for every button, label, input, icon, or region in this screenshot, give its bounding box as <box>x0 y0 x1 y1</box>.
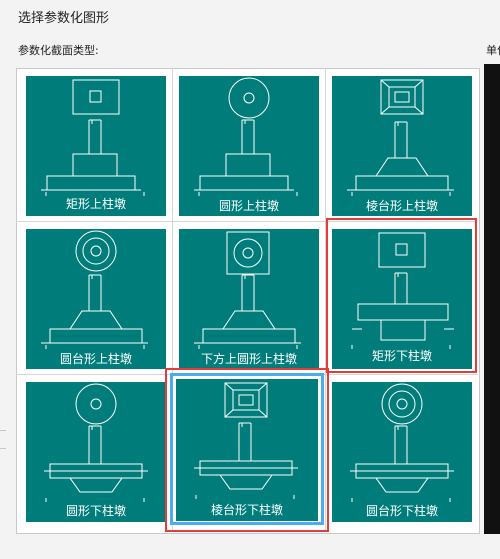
shape-tile-square-base-circle-top-upper-pier[interactable]: 下方上圆形上柱墩 <box>179 229 319 369</box>
tile-label: 下方上圆形上柱墩 <box>199 352 298 366</box>
shape-tile-cone-lower-pier[interactable]: 圆台形下柱墩 <box>332 382 472 522</box>
left-divider <box>0 430 6 431</box>
cone-lower-pier-icon <box>350 383 454 502</box>
shape-tile-frustum-upper-pier[interactable]: 棱台形上柱墩 <box>332 76 472 216</box>
square-circle-upper-pier-icon <box>194 231 301 349</box>
circle-lower-pier-icon <box>44 383 148 502</box>
left-divider <box>0 448 6 449</box>
cone-upper-pier-icon <box>41 230 148 349</box>
grid-divider <box>325 68 326 532</box>
frustum-upper-pier-icon <box>347 79 454 196</box>
grid-divider <box>16 374 478 375</box>
shape-tile-rect-upper-pier[interactable]: 矩形上柱墩 <box>26 76 166 216</box>
section-label: 参数化截面类型: <box>18 44 99 57</box>
tile-label: 矩形下柱墩 <box>370 349 433 363</box>
shape-tile-frustum-lower-pier[interactable]: 棱台形下柱墩 <box>176 379 318 521</box>
tile-label: 矩形上柱墩 <box>64 197 127 211</box>
shape-tile-circle-upper-pier[interactable]: 圆形上柱墩 <box>179 76 319 216</box>
grid-divider <box>172 68 173 532</box>
shape-tile-cone-upper-pier[interactable]: 圆台形上柱墩 <box>26 229 166 369</box>
shape-tile-rect-lower-pier[interactable]: 矩形下柱墩 <box>332 229 472 369</box>
tile-label: 圆形上柱墩 <box>217 199 280 213</box>
title-bar: 选择参数化图形 <box>0 0 500 34</box>
grid-divider <box>16 221 478 222</box>
frustum-lower-pier-icon <box>194 382 298 499</box>
tile-label: 圆台形上柱墩 <box>58 352 133 366</box>
tile-label: 圆台形下柱墩 <box>364 504 439 518</box>
units-label: 单位 <box>486 44 500 57</box>
tile-label: 棱台形下柱墩 <box>209 503 284 517</box>
tile-label: 棱台形上柱墩 <box>364 199 439 213</box>
preview-panel <box>484 64 500 534</box>
tile-label: 圆形下柱墩 <box>64 504 127 518</box>
shape-tile-circle-lower-pier[interactable]: 圆形下柱墩 <box>26 382 166 522</box>
circle-upper-pier-icon <box>194 77 298 196</box>
window-title: 选择参数化图形 <box>18 11 110 26</box>
